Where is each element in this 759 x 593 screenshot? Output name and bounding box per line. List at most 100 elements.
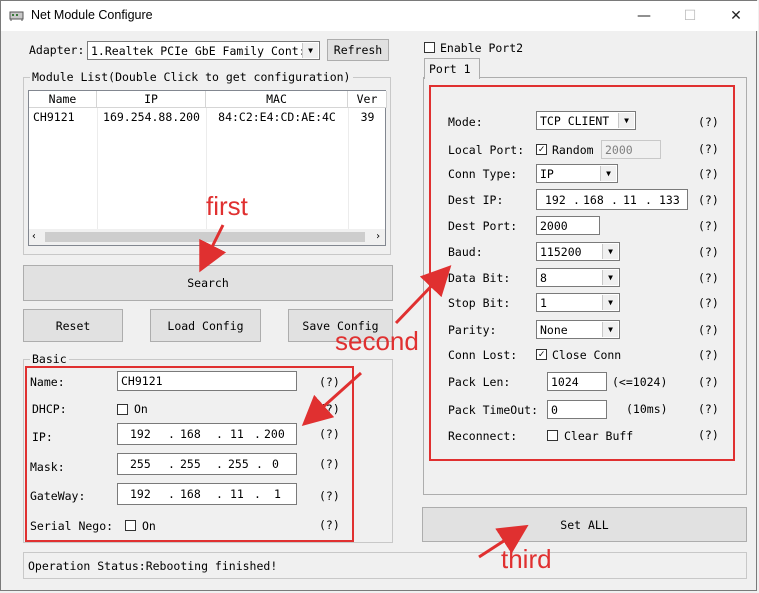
maximize-button[interactable]: ☐ [667,5,713,27]
conn-type-value: IP [540,166,554,181]
window-title: Net Module Configure [31,8,153,22]
chevron-down-icon: ▼ [602,295,618,310]
stop-bit-select[interactable]: 1 ▼ [536,293,620,312]
close-conn-checkbox[interactable]: ✓ [536,349,547,360]
local-port-input[interactable]: 2000 [601,140,661,159]
chevron-down-icon: ▼ [602,270,618,285]
dest-ip-help-hint: (?) [698,193,719,207]
data-bit-label: Data Bit: [448,271,511,285]
table-row-ver[interactable]: 39 [348,109,387,125]
reset-button[interactable]: Reset [23,309,123,342]
chevron-down-icon: ▼ [618,113,634,128]
pack-len-label: Pack Len: [448,375,511,389]
stop-bit-label: Stop Bit: [448,296,511,310]
annotation-second: second [335,326,419,356]
load-config-button[interactable]: Load Config [150,309,261,342]
dest-ip-octet-1[interactable]: 192 [545,193,566,207]
data-bit-value: 8 [540,270,547,285]
column-header-ver[interactable]: Ver [348,91,387,108]
conn-lost-label: Conn Lost: [448,348,518,362]
conn-type-select[interactable]: IP ▼ [536,164,618,183]
pack-len-help-hint: (?) [698,375,719,389]
horizontal-scrollbar[interactable]: ‹ › [29,229,385,245]
local-port-label: Local Port: [448,143,525,157]
annotation-box-basic [25,366,354,542]
dest-ip-octet-4[interactable]: 133 [659,193,680,207]
pack-len-input[interactable]: 1024 [547,372,607,391]
annotation-third: third [501,544,552,574]
dest-ip-octet-3[interactable]: 11 [623,193,637,207]
set-all-button[interactable]: Set ALL [422,507,747,542]
annotation-first: first [206,191,248,221]
mode-help-hint: (?) [698,115,719,129]
module-list-title: Module List(Double Click to get configur… [30,70,353,84]
baud-select[interactable]: 115200 ▼ [536,242,620,261]
refresh-button[interactable]: Refresh [327,39,389,61]
pack-timeout-label: Pack TimeOut: [448,403,539,417]
baud-value: 115200 [540,244,582,259]
pack-timeout-help-hint: (?) [698,402,719,416]
column-divider [97,108,98,230]
dest-ip-field[interactable]: 192 . 168 . 11 . 133 [536,189,688,210]
conn-type-label: Conn Type: [448,167,518,181]
stop-bit-help-hint: (?) [698,296,719,310]
dest-port-input[interactable]: 2000 [536,216,600,235]
dest-port-help-hint: (?) [698,219,719,233]
column-divider [348,108,349,230]
clear-buff-checkbox[interactable] [547,430,558,441]
basic-group-title: Basic [30,352,69,366]
dest-ip-label: Dest IP: [448,193,504,207]
dest-ip-octet-2[interactable]: 168 [583,193,604,207]
minimize-button[interactable]: — [621,5,667,27]
network-module-icon [9,11,24,21]
module-listview[interactable]: Name IP MAC Ver CH9121 169.254.88.200 84… [28,90,387,246]
pack-len-range-hint: (<=1024) [612,375,668,389]
table-row-mac[interactable]: 84:C2:E4:CD:AE:4C [206,109,348,125]
local-port-help-hint: (?) [698,142,719,156]
chevron-down-icon: ▼ [302,43,318,58]
chevron-down-icon: ▼ [602,322,618,337]
data-bit-select[interactable]: 8 ▼ [536,268,620,287]
random-label: Random [552,143,594,157]
conn-type-help-hint: (?) [698,167,719,181]
conn-lost-help-hint: (?) [698,348,719,362]
title-bar: Net Module Configure — ☐ ✕ [1,1,758,31]
pack-timeout-unit-hint: (10ms) [626,402,668,416]
adapter-label: Adapter: [29,43,85,57]
close-button[interactable]: ✕ [713,5,759,27]
scroll-left-icon[interactable]: ‹ [31,231,37,242]
stop-bit-value: 1 [540,295,547,310]
operation-status-text: Operation Status:Rebooting finished! [28,558,278,573]
random-checkbox[interactable]: ✓ [536,144,547,155]
chevron-down-icon: ▼ [600,166,616,181]
mode-select[interactable]: TCP CLIENT ▼ [536,111,636,130]
column-header-ip[interactable]: IP [97,91,206,108]
close-conn-label: Close Conn [552,348,622,362]
column-header-name[interactable]: Name [29,91,97,108]
scrollbar-thumb[interactable] [45,232,365,242]
tab-port-1[interactable]: Port 1 [424,58,480,79]
baud-help-hint: (?) [698,245,719,259]
parity-select[interactable]: None ▼ [536,320,620,339]
enable-port2-label: Enable Port2 [440,41,524,55]
status-bar: Operation Status:Rebooting finished! [23,552,747,579]
data-bit-help-hint: (?) [698,271,719,285]
baud-label: Baud: [448,245,483,259]
reconnect-label: Reconnect: [448,429,518,443]
table-row-ip[interactable]: 169.254.88.200 [97,109,206,125]
search-button[interactable]: Search [23,265,393,301]
reconnect-help-hint: (?) [698,428,719,442]
mode-value: TCP CLIENT [540,113,610,128]
pack-timeout-input[interactable]: 0 [547,400,607,419]
parity-label: Parity: [448,323,497,337]
clear-buff-label: Clear Buff [564,429,634,443]
parity-help-hint: (?) [698,323,719,337]
mode-label: Mode: [448,115,483,129]
table-row-name[interactable]: CH9121 [33,109,97,125]
adapter-select[interactable]: 1.Realtek PCIe GbE Family Cont: ▼ [87,41,320,60]
scroll-right-icon[interactable]: › [375,231,381,242]
dest-port-label: Dest Port: [448,219,518,233]
column-header-mac[interactable]: MAC [206,91,348,108]
enable-port2-checkbox[interactable] [424,42,435,53]
parity-value: None [540,322,568,337]
